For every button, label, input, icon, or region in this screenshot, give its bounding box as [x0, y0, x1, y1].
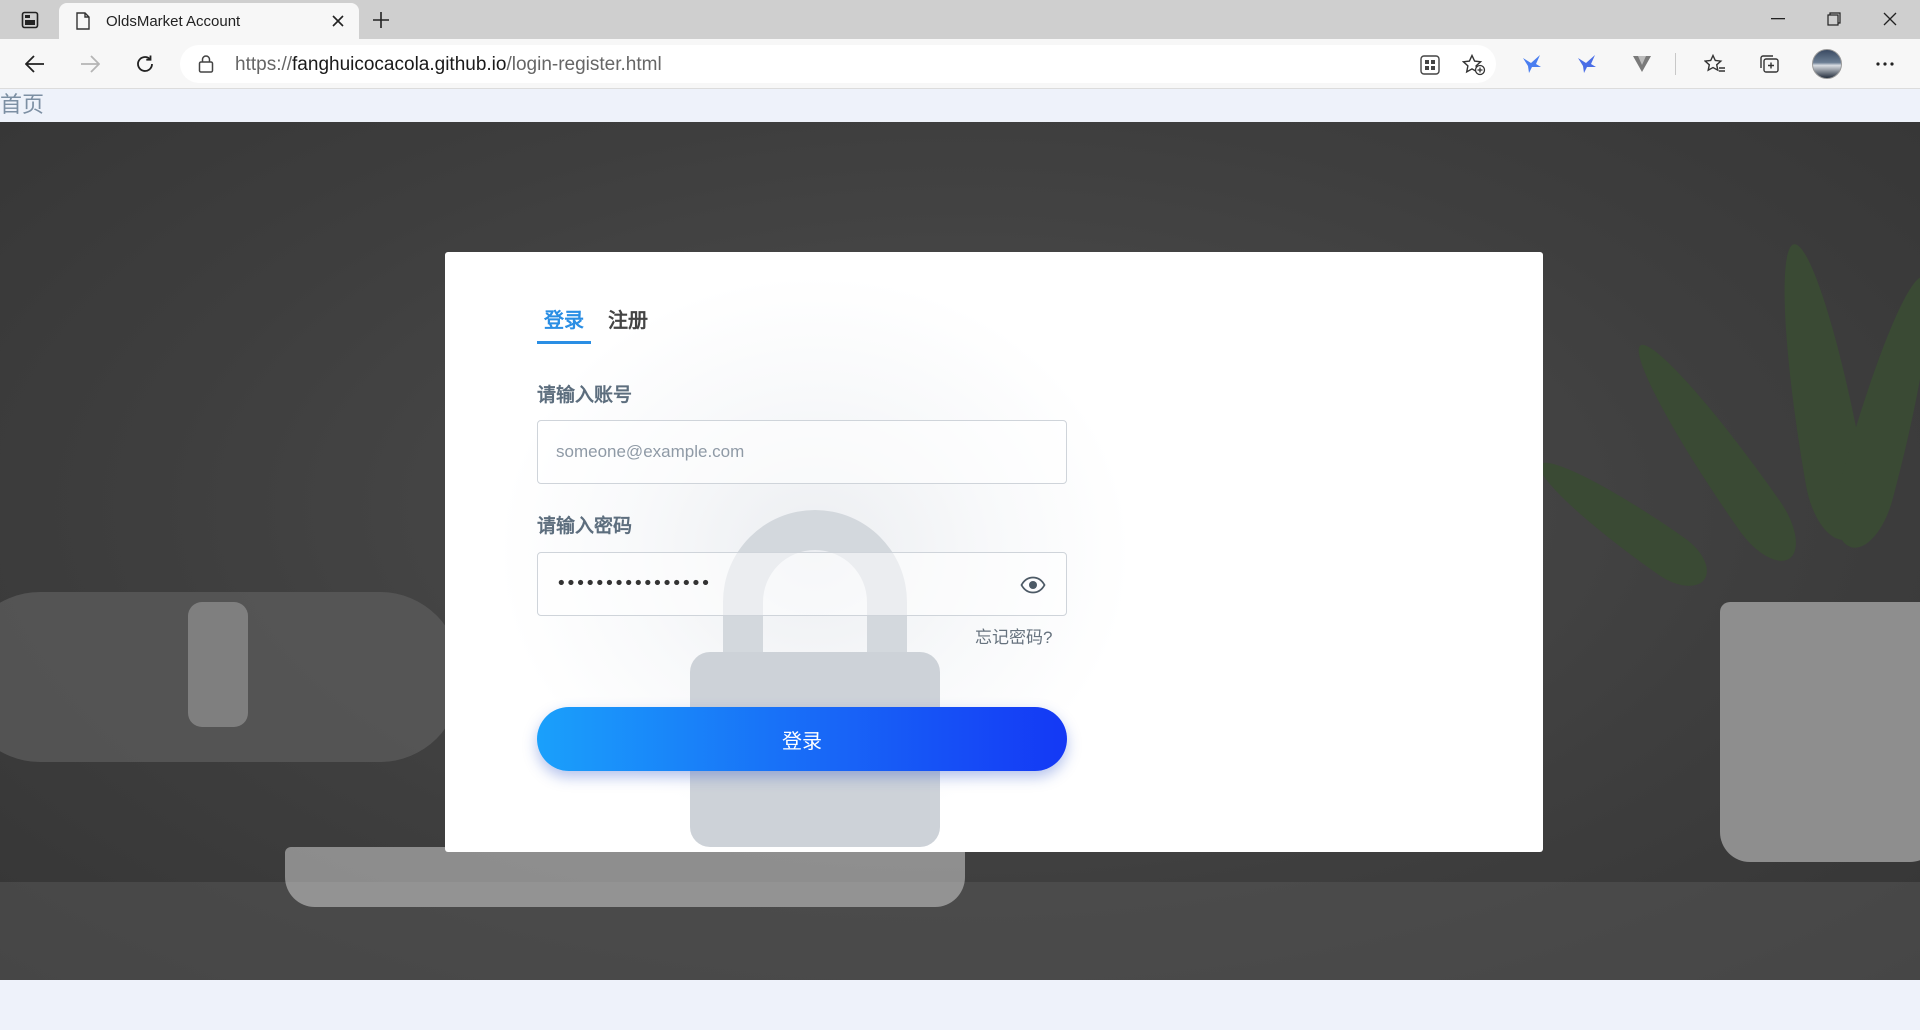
account-input[interactable]: [538, 421, 1066, 483]
extension-bird-icon[interactable]: [1517, 50, 1547, 78]
show-password-icon[interactable]: [1020, 574, 1046, 596]
forgot-password-link[interactable]: 忘记密码?: [975, 623, 1052, 648]
password-label: 请输入密码: [537, 516, 633, 537]
tab-login[interactable]: 登录: [537, 300, 591, 344]
lock-icon[interactable]: [198, 54, 216, 74]
background-watch: [188, 602, 248, 727]
app-available-icon[interactable]: [1418, 54, 1442, 76]
toolbar-separator: [1675, 53, 1676, 75]
padlock-illustration: [690, 510, 940, 847]
login-card: 登录 注册 请输入账号 请输入密码 •••••••••••••••• 忘记密码?…: [445, 252, 1543, 852]
account-field: [537, 420, 1067, 484]
browser-tab[interactable]: OldsMarket Account: [59, 3, 359, 39]
background-laptop: [285, 847, 965, 907]
password-field[interactable]: ••••••••••••••••: [537, 552, 1067, 616]
browser-tab-strip: OldsMarket Account: [0, 0, 1920, 39]
forward-icon[interactable]: [73, 48, 107, 80]
background-plant-pot: [1720, 602, 1920, 862]
url-text: https://fanghuicocacola.github.io/login-…: [235, 54, 662, 75]
more-options-icon[interactable]: [1870, 50, 1900, 78]
home-link[interactable]: 首页: [0, 92, 44, 118]
minimize-icon[interactable]: [1750, 2, 1806, 36]
add-favorite-icon[interactable]: [1462, 54, 1486, 76]
tab-actions-icon[interactable]: [16, 8, 44, 32]
background-leaf: [1527, 446, 1718, 598]
tab-register[interactable]: 注册: [601, 300, 655, 344]
favorites-icon[interactable]: [1700, 50, 1730, 78]
collections-icon[interactable]: [1755, 50, 1785, 78]
extension-bird-icon-2[interactable]: [1572, 50, 1602, 78]
account-label: 请输入账号: [537, 385, 633, 406]
auth-tabs: 登录 注册: [537, 300, 655, 344]
address-bar[interactable]: https://fanghuicocacola.github.io/login-…: [180, 45, 1496, 83]
close-window-icon[interactable]: [1862, 2, 1918, 36]
back-icon[interactable]: [18, 48, 52, 80]
profile-avatar[interactable]: [1812, 49, 1842, 79]
password-value: ••••••••••••••••: [556, 573, 711, 594]
login-button[interactable]: 登录: [537, 707, 1067, 771]
address-toolbar: https://fanghuicocacola.github.io/login-…: [0, 39, 1920, 89]
page-icon: [74, 11, 92, 31]
new-tab-icon[interactable]: [366, 6, 396, 34]
restore-icon[interactable]: [1806, 2, 1862, 36]
refresh-icon[interactable]: [128, 48, 162, 80]
tab-title: OldsMarket Account: [106, 12, 241, 30]
background-desk: [0, 882, 1920, 980]
extension-v-icon[interactable]: [1627, 50, 1657, 78]
close-tab-icon[interactable]: [323, 6, 353, 36]
